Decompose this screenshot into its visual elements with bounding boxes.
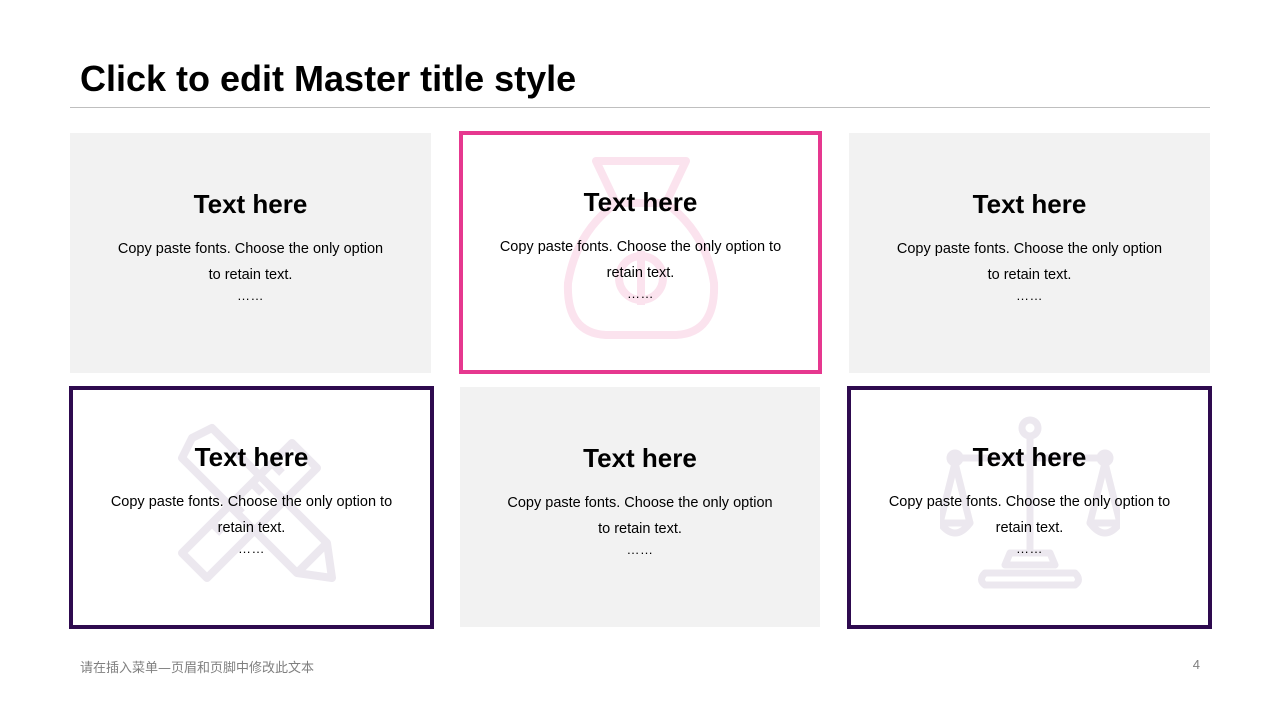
card-1[interactable]: Text here Copy paste fonts. Choose the o… — [70, 133, 431, 373]
card-heading: Text here — [972, 189, 1087, 219]
card-6[interactable]: Text here Copy paste fonts. Choose the o… — [847, 386, 1212, 629]
card-ellipsis: …… — [1016, 541, 1043, 556]
card-body: Copy paste fonts. Choose the only option… — [507, 495, 773, 537]
card-body: Copy paste fonts. Choose the only option… — [896, 241, 1163, 283]
card-2[interactable]: Text here Copy paste fonts. Choose the o… — [459, 131, 822, 374]
card-body: Copy paste fonts. Choose the only option… — [110, 494, 393, 536]
card-heading: Text here — [193, 189, 308, 219]
card-heading: Text here — [972, 442, 1087, 472]
card-body: Copy paste fonts. Choose the only option… — [888, 494, 1171, 536]
slide-title[interactable]: Click to edit Master title style — [80, 58, 576, 100]
footer-text: 请在插入菜单—页眉和页脚中修改此文本 — [80, 661, 315, 676]
page-number: 4 — [1192, 657, 1200, 672]
card-ellipsis: …… — [626, 542, 654, 557]
card-body: Copy paste fonts. Choose the only option… — [117, 241, 384, 283]
card-heading: Text here — [583, 443, 697, 473]
title-divider — [70, 107, 1210, 108]
card-3[interactable]: Text here Copy paste fonts. Choose the o… — [849, 133, 1210, 373]
card-ellipsis: …… — [627, 286, 654, 301]
card-ellipsis: …… — [237, 288, 264, 303]
card-4[interactable]: Text here Copy paste fonts. Choose the o… — [69, 386, 434, 629]
card-body: Copy paste fonts. Choose the only option… — [499, 239, 782, 281]
card-5[interactable]: Text here Copy paste fonts. Choose the o… — [460, 387, 820, 627]
card-heading: Text here — [583, 187, 698, 217]
card-ellipsis: …… — [238, 541, 265, 556]
card-heading: Text here — [194, 442, 309, 472]
card-ellipsis: …… — [1016, 288, 1043, 303]
